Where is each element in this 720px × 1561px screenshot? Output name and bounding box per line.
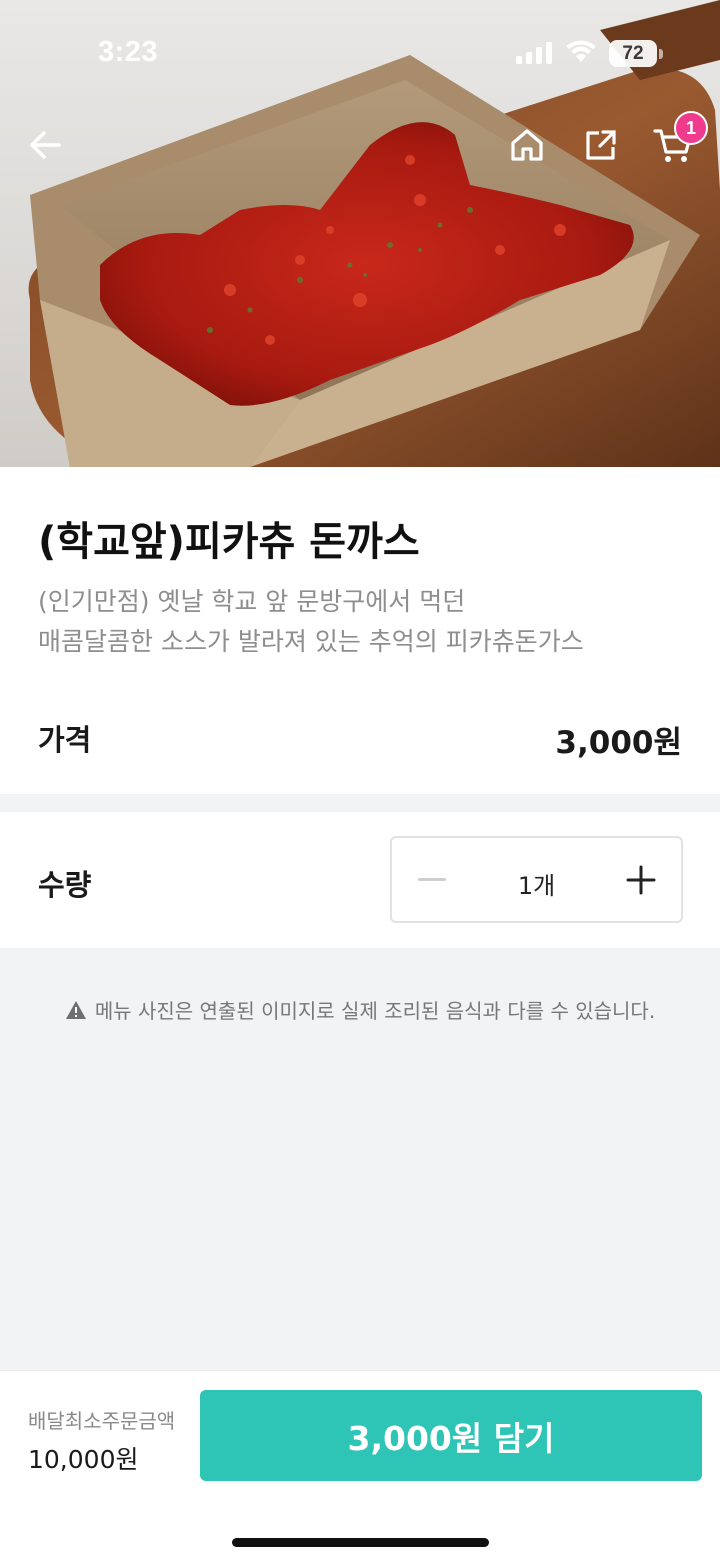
warning-icon xyxy=(65,1000,86,1019)
product-image: 3:23 72 1 xyxy=(0,0,720,467)
signal-icon xyxy=(516,42,552,64)
share-button[interactable] xyxy=(574,118,628,172)
cart-count-badge: 1 xyxy=(674,111,708,145)
quantity-label: 수량 xyxy=(38,868,92,902)
battery-icon: 72 xyxy=(609,40,657,67)
product-info-card: (학교앞)피카츄 돈까스 (인기만점) 옛날 학교 앞 문방구에서 먹던 매콤달… xyxy=(0,467,720,794)
product-title: (학교앞)피카츄 돈까스 xyxy=(38,519,420,565)
quantity-card: 수량 1개 xyxy=(0,812,720,948)
price-value: 3,000원 xyxy=(555,725,682,761)
min-order-value: 10,000원 xyxy=(28,1445,139,1474)
add-to-cart-button[interactable]: 3,000원 담기 xyxy=(200,1390,702,1481)
description-line-1: (인기만점) 옛날 학교 앞 문방구에서 먹던 xyxy=(38,587,466,616)
description-line-2: 매콤달콤한 소스가 발라져 있는 추억의 피카츄돈가스 xyxy=(38,627,584,656)
back-arrow-icon xyxy=(30,131,61,159)
status-bar: 3:23 72 xyxy=(0,0,720,100)
home-icon xyxy=(511,129,543,161)
battery-level: 72 xyxy=(622,42,644,64)
plus-icon xyxy=(626,865,656,895)
status-time: 3:23 xyxy=(98,36,159,68)
home-indicator xyxy=(232,1538,489,1547)
battery-tip xyxy=(659,49,663,59)
notice-text: 메뉴 사진은 연출된 이미지로 실제 조리된 음식과 다를 수 있습니다. xyxy=(94,999,656,1023)
back-button[interactable] xyxy=(18,118,72,172)
wifi-icon xyxy=(566,40,596,62)
share-icon xyxy=(586,130,616,160)
price-label: 가격 xyxy=(38,723,92,757)
bottom-bar: 배달최소주문금액 10,000원 3,000원 담기 xyxy=(0,1370,720,1561)
min-order-label: 배달최소주문금액 xyxy=(28,1409,176,1433)
image-notice: 메뉴 사진은 연출된 이미지로 실제 조리된 음식과 다를 수 있습니다. xyxy=(0,995,720,1024)
product-description: (인기만점) 옛날 학교 앞 문방구에서 먹던 매콤달콤한 소스가 발라져 있는… xyxy=(38,582,698,662)
home-button[interactable] xyxy=(500,118,554,172)
increase-button[interactable] xyxy=(623,862,659,898)
quantity-stepper: 1개 xyxy=(390,836,683,923)
